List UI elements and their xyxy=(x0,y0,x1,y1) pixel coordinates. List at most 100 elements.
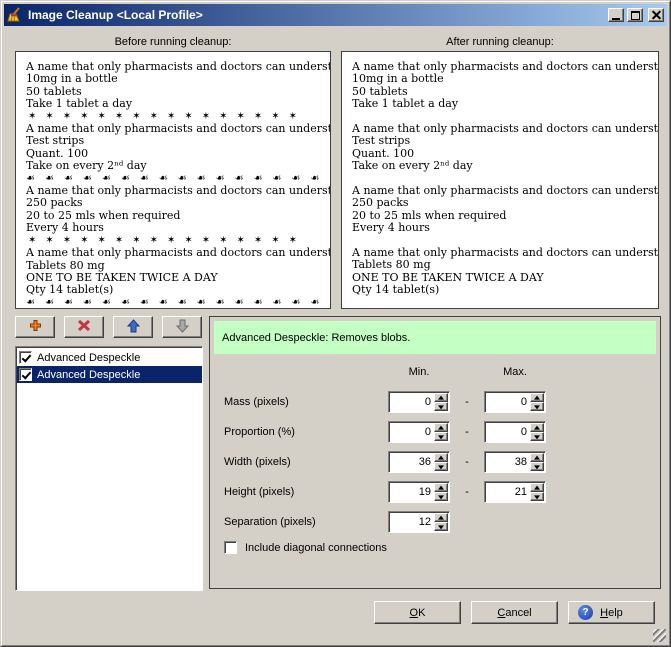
delete-filter-button[interactable] xyxy=(64,316,104,338)
preview-line: A name that only pharmacists and doctors… xyxy=(26,247,330,259)
spin-value: 0 xyxy=(389,422,434,442)
spin-up-button[interactable] xyxy=(530,453,544,462)
spin-value: 12 xyxy=(389,512,434,532)
item-checkbox[interactable] xyxy=(19,351,32,364)
spinner xyxy=(434,512,449,532)
help-icon: ? xyxy=(578,605,593,620)
setting-row: Proportion (%)0-0 xyxy=(210,421,656,443)
ok-button-label: OK xyxy=(410,607,426,619)
setting-label: Mass (pixels) xyxy=(224,396,388,408)
spin-value: 0 xyxy=(485,392,530,412)
spin-down-button[interactable] xyxy=(434,402,448,411)
spin-field[interactable]: 38 xyxy=(484,451,546,473)
help-button[interactable]: ? Help xyxy=(568,601,655,624)
ok-button[interactable]: OK xyxy=(374,601,461,624)
preview-line: Tablets 80 mg xyxy=(352,259,658,271)
plus-icon xyxy=(29,319,42,335)
move-down-button[interactable] xyxy=(162,316,202,338)
preview-line: Qty 14 tablet(s) xyxy=(352,284,658,296)
spinner xyxy=(434,422,449,442)
preview-line: Test strips xyxy=(26,135,330,147)
spin-value: 0 xyxy=(389,392,434,412)
preview-line xyxy=(352,297,658,309)
spin-up-button[interactable] xyxy=(434,453,448,462)
spin-value: 36 xyxy=(389,452,434,472)
spin-field[interactable]: 12 xyxy=(388,511,450,533)
after-preview-panel: A name that only pharmacists and doctors… xyxy=(341,51,659,309)
setting-row: Mass (pixels)0-0 xyxy=(210,391,656,413)
spin-field[interactable]: 19 xyxy=(388,481,450,503)
spin-down-button[interactable] xyxy=(434,492,448,501)
maximize-icon xyxy=(631,11,640,20)
spinner xyxy=(530,482,545,502)
spin-field[interactable]: 21 xyxy=(484,481,546,503)
after-panel-content: A name that only pharmacists and doctors… xyxy=(342,52,658,309)
spin-value: 19 xyxy=(389,482,434,502)
cancel-button[interactable]: Cancel xyxy=(471,601,558,624)
spin-field[interactable]: 0 xyxy=(484,421,546,443)
spin-field[interactable]: 0 xyxy=(388,391,450,413)
spin-up-button[interactable] xyxy=(434,423,448,432)
setting-row: Separation (pixels)12 xyxy=(210,511,656,533)
setting-row: Height (pixels)19-21 xyxy=(210,481,656,503)
spin-down-button[interactable] xyxy=(530,462,544,471)
include-diagonal-checkbox[interactable] xyxy=(224,541,237,554)
preview-line: 10mg in a bottle xyxy=(352,73,658,85)
maximize-button[interactable] xyxy=(627,8,643,22)
spin-down-button[interactable] xyxy=(530,432,544,441)
settings-rows: Mass (pixels)0-0Proportion (%)0-0Width (… xyxy=(210,391,656,554)
arrow-down-icon xyxy=(176,319,189,336)
spinner xyxy=(434,392,449,412)
spin-down-button[interactable] xyxy=(434,522,448,531)
preview-line: Qty 14 tablet(s) xyxy=(26,284,330,296)
spin-up-button[interactable] xyxy=(530,393,544,402)
spin-down-button[interactable] xyxy=(530,492,544,501)
range-separator: - xyxy=(450,396,484,408)
preview-line: Take 1 tablet a day xyxy=(352,98,658,110)
spin-up-button[interactable] xyxy=(530,483,544,492)
spin-down-button[interactable] xyxy=(434,432,448,441)
add-filter-button[interactable] xyxy=(15,316,55,338)
min-column-header: Min. xyxy=(388,366,450,378)
window-title: Image Cleanup <Local Profile> xyxy=(26,8,605,22)
spin-up-button[interactable] xyxy=(530,423,544,432)
title-bar[interactable]: Image Cleanup <Local Profile> xyxy=(4,4,667,26)
spin-field[interactable]: 0 xyxy=(484,391,546,413)
spin-value: 38 xyxy=(485,452,530,472)
spin-field[interactable]: 0 xyxy=(388,421,450,443)
close-icon xyxy=(651,10,662,21)
after-panel-label: After running cleanup: xyxy=(341,36,659,49)
spinner xyxy=(530,452,545,472)
include-diagonal-row[interactable]: Include diagonal connections xyxy=(210,541,656,554)
minimize-button[interactable] xyxy=(608,8,624,22)
spin-up-button[interactable] xyxy=(434,393,448,402)
red-x-icon xyxy=(77,319,91,335)
setting-label: Proportion (%) xyxy=(224,426,388,438)
close-button[interactable] xyxy=(648,8,664,22)
spin-field[interactable]: 36 xyxy=(388,451,450,473)
spin-down-button[interactable] xyxy=(434,462,448,471)
preview-line: ☙☙☙☙☙☙☙☙☙☙☙☙☙☙☙☙ xyxy=(26,297,330,309)
spin-up-button[interactable] xyxy=(434,513,448,522)
list-item[interactable]: Advanced Despeckle xyxy=(17,349,202,366)
move-up-button[interactable] xyxy=(113,316,153,338)
list-item[interactable]: Advanced Despeckle xyxy=(17,366,202,383)
preview-line: Test strips xyxy=(352,135,658,147)
range-separator: - xyxy=(450,426,484,438)
before-panel-label: Before running cleanup: xyxy=(15,36,331,49)
preview-line: Every 4 hours xyxy=(26,222,330,234)
spin-up-button[interactable] xyxy=(434,483,448,492)
arrow-up-icon xyxy=(127,319,140,336)
resize-grip[interactable] xyxy=(653,629,666,642)
spin-value: 0 xyxy=(485,422,530,442)
filter-list[interactable]: Advanced DespeckleAdvanced Despeckle xyxy=(15,346,203,591)
filter-description: Advanced Despeckle: Removes blobs. xyxy=(222,332,410,344)
before-preview-panel: A name that only pharmacists and doctors… xyxy=(15,51,331,309)
filter-description-banner: Advanced Despeckle: Removes blobs. xyxy=(214,321,656,354)
range-separator: - xyxy=(450,486,484,498)
settings-panel: Advanced Despeckle: Removes blobs. Min. … xyxy=(209,316,661,589)
setting-label: Width (pixels) xyxy=(224,456,388,468)
spin-down-button[interactable] xyxy=(530,402,544,411)
setting-label: Separation (pixels) xyxy=(224,516,388,528)
item-checkbox[interactable] xyxy=(19,368,32,381)
